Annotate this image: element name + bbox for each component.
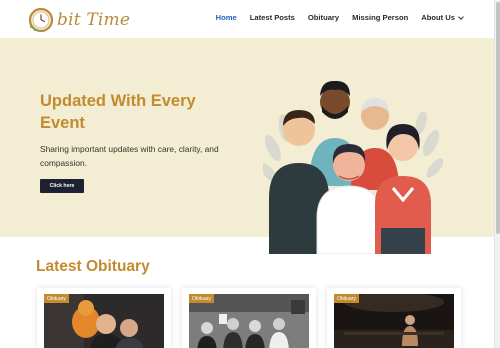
brand-name: bit Time <box>57 10 131 30</box>
nav-missing-person[interactable]: Missing Person <box>352 13 408 22</box>
obituary-card[interactable]: Obituary <box>327 288 461 348</box>
site-logo[interactable]: bit Time <box>28 6 130 34</box>
page-scrollbar[interactable] <box>494 0 500 348</box>
click-here-button[interactable]: Click here <box>40 179 84 193</box>
nav-latest-posts[interactable]: Latest Posts <box>250 13 295 22</box>
clock-logo-icon <box>28 7 54 33</box>
nav-obituary[interactable]: Obituary <box>308 13 339 22</box>
main-nav: Home Latest Posts Obituary Missing Perso… <box>216 13 464 22</box>
hero-section: Updated With Every Event Sharing importa… <box>0 38 494 254</box>
obituary-card[interactable]: Obituary <box>182 288 316 348</box>
site-header: bit Time Home Latest Posts Obituary Miss… <box>0 0 494 38</box>
nav-home[interactable]: Home <box>216 13 237 22</box>
latest-obituary-heading: Latest Obituary <box>36 258 150 275</box>
obituary-badge: Obituary <box>334 294 359 303</box>
chevron-down-icon <box>458 14 464 20</box>
obituary-badge: Obituary <box>189 294 214 303</box>
nav-about-us-label: About Us <box>421 13 455 22</box>
nav-about-us[interactable]: About Us <box>421 13 464 22</box>
obituary-badge: Obituary <box>44 294 69 303</box>
hero-subtitle: Sharing important updates with care, cla… <box>40 144 219 168</box>
obituary-card[interactable]: Obituary <box>37 288 171 348</box>
scrollbar-thumb[interactable] <box>496 2 500 234</box>
hero-title: Updated With Every Event <box>40 92 196 132</box>
people-group-illustration <box>263 80 443 254</box>
